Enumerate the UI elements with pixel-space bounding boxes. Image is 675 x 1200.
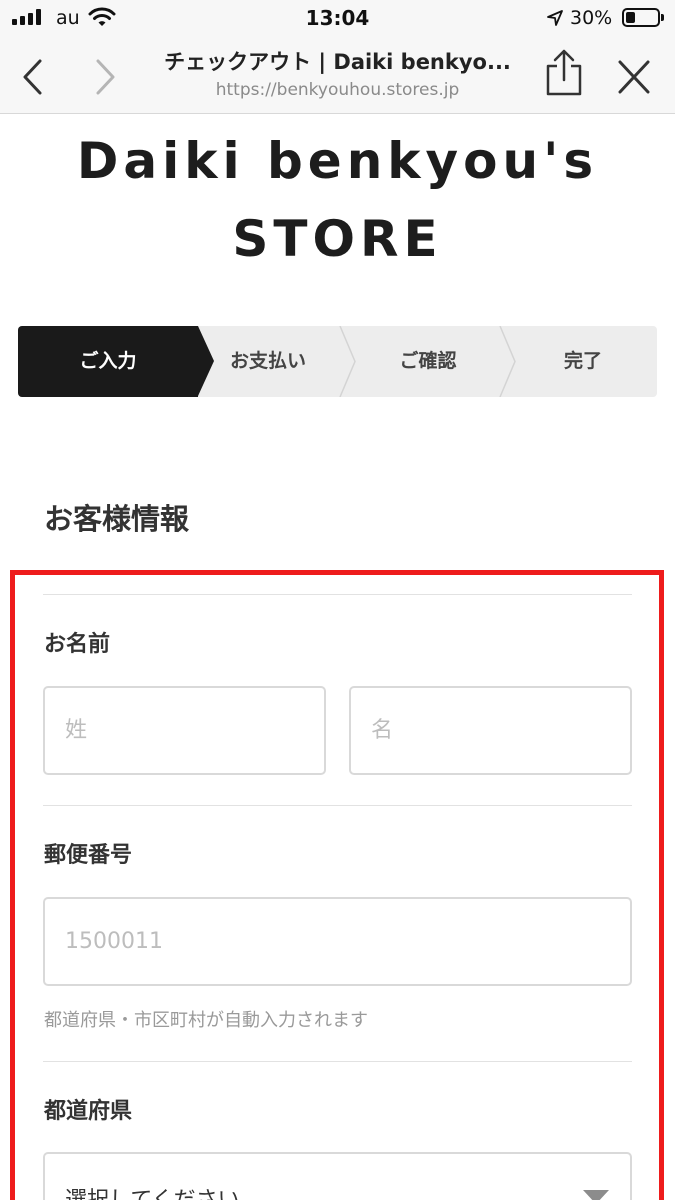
first-name-input[interactable] xyxy=(349,686,632,775)
step-confirm: ご確認 xyxy=(399,350,457,372)
postal-code-input[interactable] xyxy=(43,897,632,986)
divider xyxy=(43,594,632,595)
postal-code-hint: 都道府県・市区町村が自動入力されます xyxy=(44,1010,368,1031)
forward-chevron-icon[interactable] xyxy=(90,58,120,96)
dropdown-arrow-icon xyxy=(583,1190,609,1200)
step-payment: お支払い xyxy=(229,350,306,372)
battery-percentage: 30% xyxy=(570,7,613,29)
step-input: ご入力 xyxy=(79,350,137,372)
section-title-customer-info: お客様情報 xyxy=(44,502,190,536)
share-icon[interactable] xyxy=(542,48,586,98)
battery-level xyxy=(626,12,635,23)
step-complete: 完了 xyxy=(563,350,602,372)
postal-code-label: 郵便番号 xyxy=(44,843,133,868)
battery-nub xyxy=(661,14,664,21)
page-title: チェックアウト | Daiki benkyo... xyxy=(164,50,511,74)
store-title[interactable]: Daiki benkyou's STORE xyxy=(0,122,675,278)
store-title-line1: Daiki benkyou's xyxy=(76,132,599,190)
prefecture-select-value: 選択してください xyxy=(65,1182,240,1200)
battery-icon xyxy=(622,8,660,27)
name-label: お名前 xyxy=(44,632,111,657)
back-chevron-icon[interactable] xyxy=(18,58,48,96)
divider xyxy=(43,1061,632,1062)
page-url[interactable]: https://benkyouhou.stores.jp xyxy=(140,80,535,100)
prefecture-select[interactable]: 選択してください xyxy=(43,1152,632,1200)
prefecture-label: 都道府県 xyxy=(44,1099,133,1124)
status-bar: au 13:04 30% xyxy=(0,0,675,38)
checkout-steps: ご入力 お支払い ご確認 完了 xyxy=(18,326,657,397)
location-arrow-icon xyxy=(547,10,563,26)
browser-header: チェックアウト | Daiki benkyo... https://benkyo… xyxy=(0,38,675,114)
last-name-input[interactable] xyxy=(43,686,326,775)
store-title-line2: STORE xyxy=(232,210,443,268)
divider xyxy=(43,805,632,806)
close-icon[interactable] xyxy=(614,58,654,96)
